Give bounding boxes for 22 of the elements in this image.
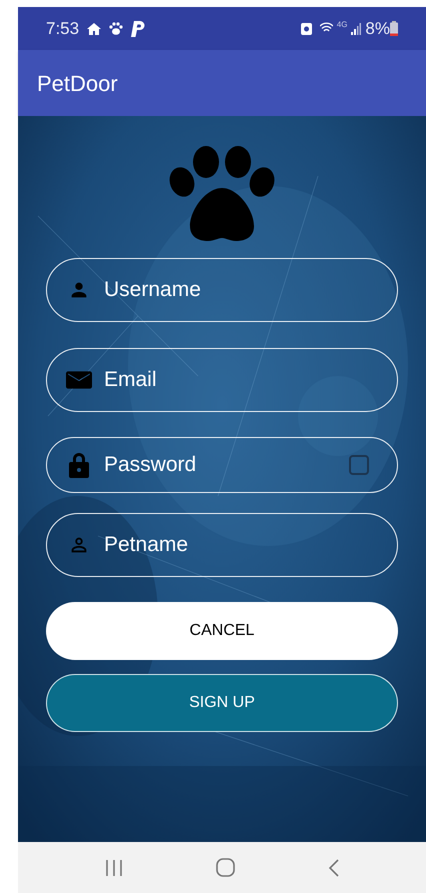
show-password-checkbox[interactable] xyxy=(349,455,369,475)
paw-icon xyxy=(169,146,275,241)
input-field[interactable]: Username xyxy=(46,258,398,322)
network-label: 4G xyxy=(336,19,348,31)
input-field[interactable]: Petname xyxy=(46,513,398,577)
cancel-button[interactable]: CANCEL xyxy=(46,602,398,660)
back-icon[interactable] xyxy=(328,858,340,876)
app-title: PetDoor xyxy=(37,70,118,98)
recent-apps-icon[interactable] xyxy=(104,860,122,876)
clock: 7:53 xyxy=(46,18,80,40)
input-field[interactable]: Password xyxy=(46,437,398,493)
home-icon xyxy=(87,22,102,34)
battery-icon xyxy=(390,21,398,36)
battery-percent: 8% xyxy=(365,18,390,40)
signal-icon xyxy=(351,22,362,34)
home-button-icon[interactable] xyxy=(216,858,234,877)
sign-up-button[interactable]: SIGN UP xyxy=(46,674,398,732)
input-field[interactable]: Email xyxy=(46,348,398,412)
paw-icon xyxy=(109,22,124,35)
lock-icon xyxy=(69,452,89,478)
p-logo-icon xyxy=(131,20,146,36)
battery-saver-icon xyxy=(300,22,312,35)
